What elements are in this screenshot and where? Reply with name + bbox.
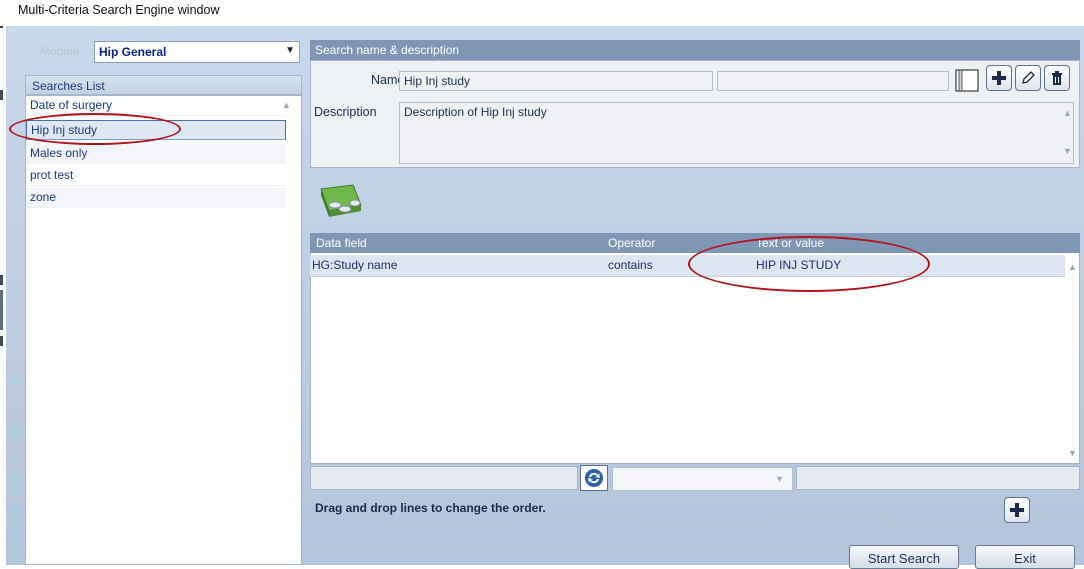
- pencil-icon: [1022, 71, 1035, 84]
- dropdown-arrow-icon[interactable]: ▼: [775, 474, 784, 484]
- plus-icon: [1010, 503, 1024, 517]
- start-search-button[interactable]: Start Search: [849, 545, 959, 569]
- edge-mark: [0, 290, 3, 330]
- scroll-up-icon[interactable]: ▲: [282, 100, 291, 110]
- scroll-up-icon[interactable]: ▲: [1068, 262, 1077, 272]
- searches-list[interactable]: Date of surgery Hip Inj study Males only…: [25, 95, 302, 565]
- exit-button[interactable]: Exit: [975, 545, 1075, 569]
- edit-search-button[interactable]: [1015, 65, 1041, 91]
- plus-icon: [992, 71, 1006, 85]
- module-select[interactable]: Hip General ▼: [94, 41, 300, 63]
- list-item[interactable]: zone: [26, 188, 286, 208]
- edge-mark: [0, 275, 3, 285]
- edge-mark: [0, 90, 3, 100]
- searches-list-header: Searches List: [25, 75, 302, 95]
- name-field[interactable]: Hip Inj study: [399, 71, 713, 91]
- window-title: Multi-Criteria Search Engine window: [18, 3, 220, 17]
- add-line-button[interactable]: [1004, 497, 1030, 523]
- add-search-button[interactable]: [986, 65, 1012, 91]
- criteria-grid-header: [310, 233, 1080, 253]
- cell-data-field: HG:Study name: [312, 258, 398, 272]
- highlight-ellipse: [9, 113, 181, 145]
- delete-search-button[interactable]: [1044, 65, 1070, 91]
- trash-icon: [1052, 71, 1062, 85]
- dropdown-arrow-icon[interactable]: ▼: [285, 45, 295, 56]
- scroll-down-icon[interactable]: ▼: [1068, 448, 1077, 458]
- scroll-up-icon[interactable]: ▲: [1063, 108, 1072, 118]
- data-field-input[interactable]: [310, 466, 578, 490]
- book-icon[interactable]: [953, 68, 982, 94]
- description-field[interactable]: Description of Hip Inj study: [399, 102, 1074, 164]
- database-icon: [320, 184, 362, 217]
- scroll-down-icon[interactable]: ▼: [1063, 146, 1072, 156]
- swap-button[interactable]: [580, 465, 608, 491]
- cell-operator: contains: [608, 258, 653, 272]
- refresh-icon: [585, 469, 603, 487]
- search-details-header: Search name & description: [310, 40, 1080, 60]
- module-select-value: Hip General: [99, 45, 167, 59]
- list-item[interactable]: Males only: [26, 144, 286, 164]
- operator-select[interactable]: ▼: [612, 467, 793, 491]
- list-item[interactable]: prot test: [26, 166, 286, 186]
- column-header-operator: Operator: [608, 236, 656, 250]
- column-header-data-field: Data field: [316, 236, 367, 250]
- module-label: Module: [40, 44, 80, 58]
- name-extra-field[interactable]: [717, 71, 949, 91]
- value-input[interactable]: [796, 466, 1080, 490]
- title-bar: Multi-Criteria Search Engine window: [0, 0, 1084, 26]
- description-label: Description: [314, 105, 377, 119]
- drag-drop-hint: Drag and drop lines to change the order.: [315, 501, 546, 515]
- edge-mark: [0, 336, 3, 346]
- highlight-ellipse: [688, 236, 930, 292]
